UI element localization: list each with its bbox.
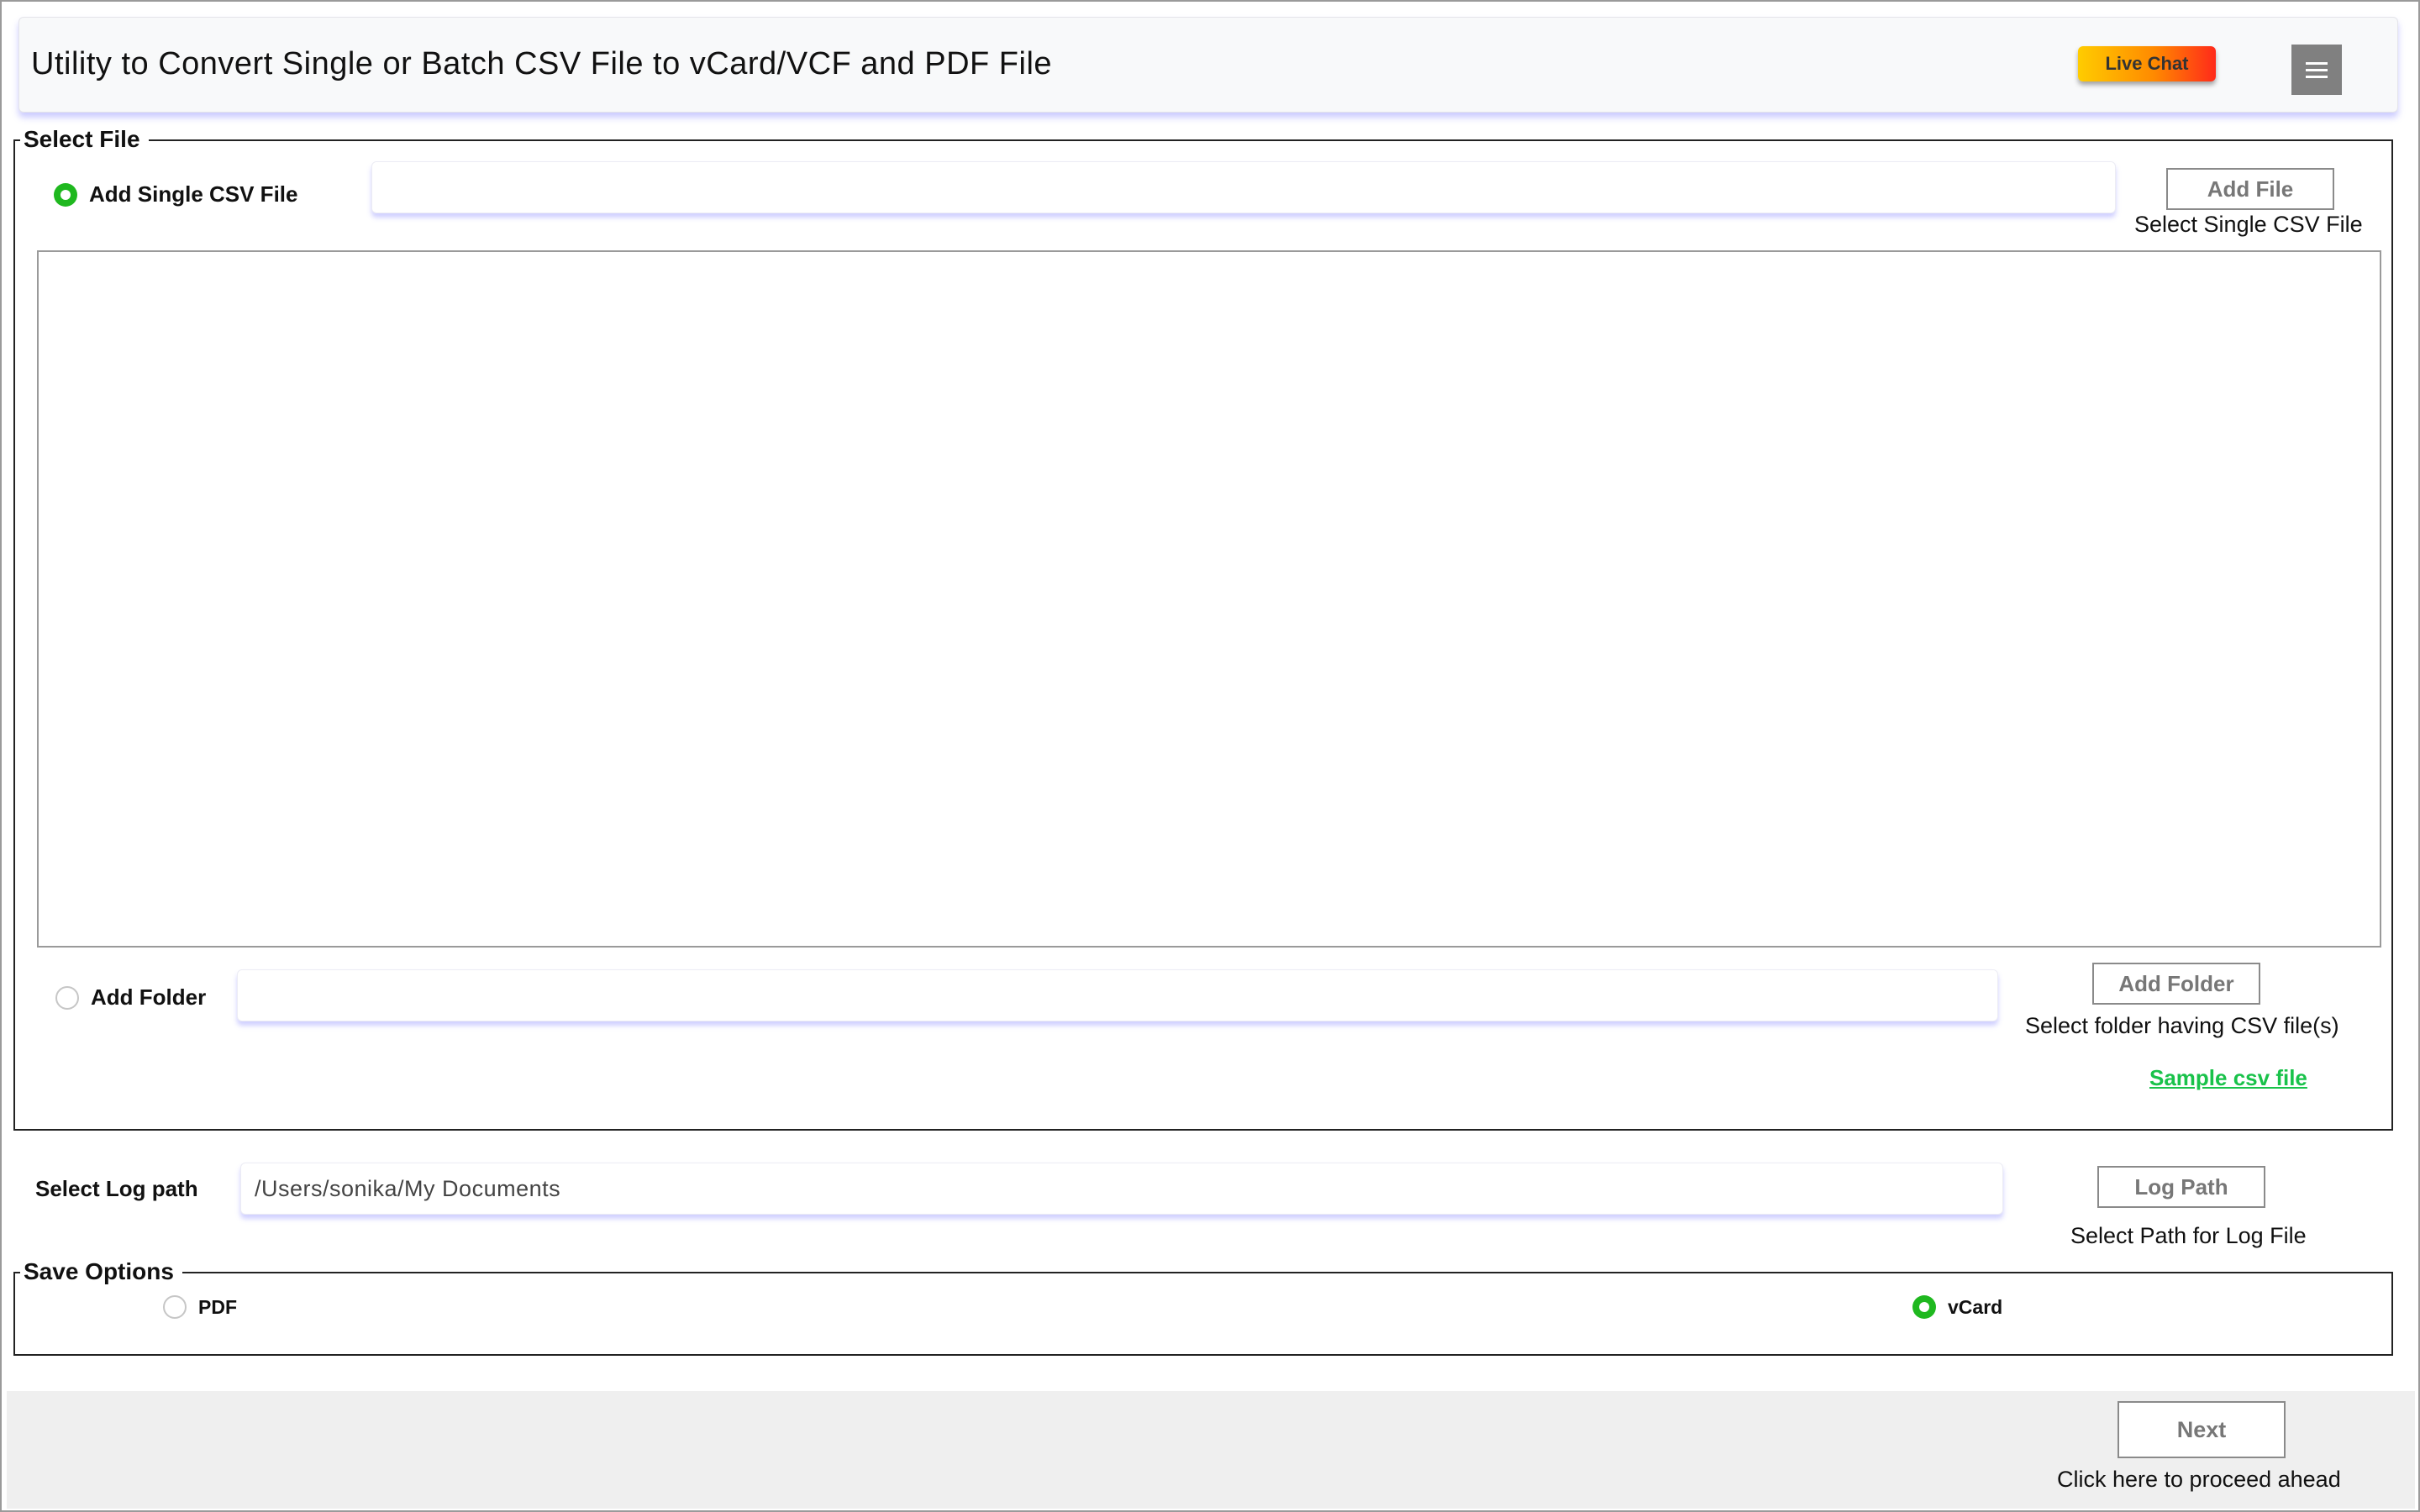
live-chat-button[interactable]: Live Chat [2078, 46, 2216, 81]
add-folder-option[interactable]: Add Folder [55, 984, 206, 1011]
app-window: Utility to Convert Single or Batch CSV F… [0, 0, 2420, 1512]
single-csv-radio[interactable] [54, 182, 77, 207]
add-file-button[interactable]: Add File [2166, 168, 2334, 210]
header-bar: Utility to Convert Single or Batch CSV F… [18, 17, 2398, 113]
select-file-legend: Select File [20, 126, 149, 153]
menu-line [2306, 68, 2328, 71]
menu-line [2306, 75, 2328, 78]
vcard-option[interactable]: vCard [1912, 1295, 2002, 1319]
add-folder-label: Add Folder [91, 984, 207, 1010]
folder-path-field[interactable] [237, 969, 1998, 1021]
log-path-caption: Select Path for Log File [2070, 1223, 2307, 1248]
menu-line [2306, 61, 2328, 65]
next-caption: Click here to proceed ahead [2057, 1467, 2341, 1492]
add-folder-button[interactable]: Add Folder [2092, 963, 2260, 1005]
app-title: Utility to Convert Single or Batch CSV F… [31, 46, 1053, 81]
add-folder-caption: Select folder having CSV file(s) [2025, 1013, 2339, 1038]
pdf-option[interactable]: PDF [163, 1295, 237, 1319]
pdf-radio[interactable] [163, 1295, 187, 1319]
next-button[interactable]: Next [2118, 1401, 2286, 1458]
add-folder-radio[interactable] [55, 985, 79, 1010]
single-csv-path-field[interactable] [371, 161, 2116, 213]
single-csv-label: Add Single CSV File [89, 181, 298, 207]
footer-bar [7, 1391, 2415, 1509]
log-path-field[interactable]: /Users/sonika/My Documents [240, 1163, 2003, 1215]
add-file-caption: Select Single CSV File [2134, 212, 2363, 237]
log-path-label: Select Log path [35, 1176, 198, 1201]
vcard-radio[interactable] [1912, 1295, 1936, 1319]
log-path-button[interactable]: Log Path [2097, 1166, 2265, 1208]
save-options-group [13, 1272, 2393, 1356]
vcard-label: vCard [1948, 1295, 2003, 1318]
file-list-area[interactable] [37, 250, 2381, 948]
save-options-legend: Save Options [20, 1258, 182, 1285]
pdf-label: PDF [198, 1295, 237, 1318]
hamburger-menu-icon[interactable] [2291, 45, 2342, 95]
sample-csv-link[interactable]: Sample csv file [2149, 1065, 2307, 1091]
single-csv-option[interactable]: Add Single CSV File [54, 181, 297, 207]
